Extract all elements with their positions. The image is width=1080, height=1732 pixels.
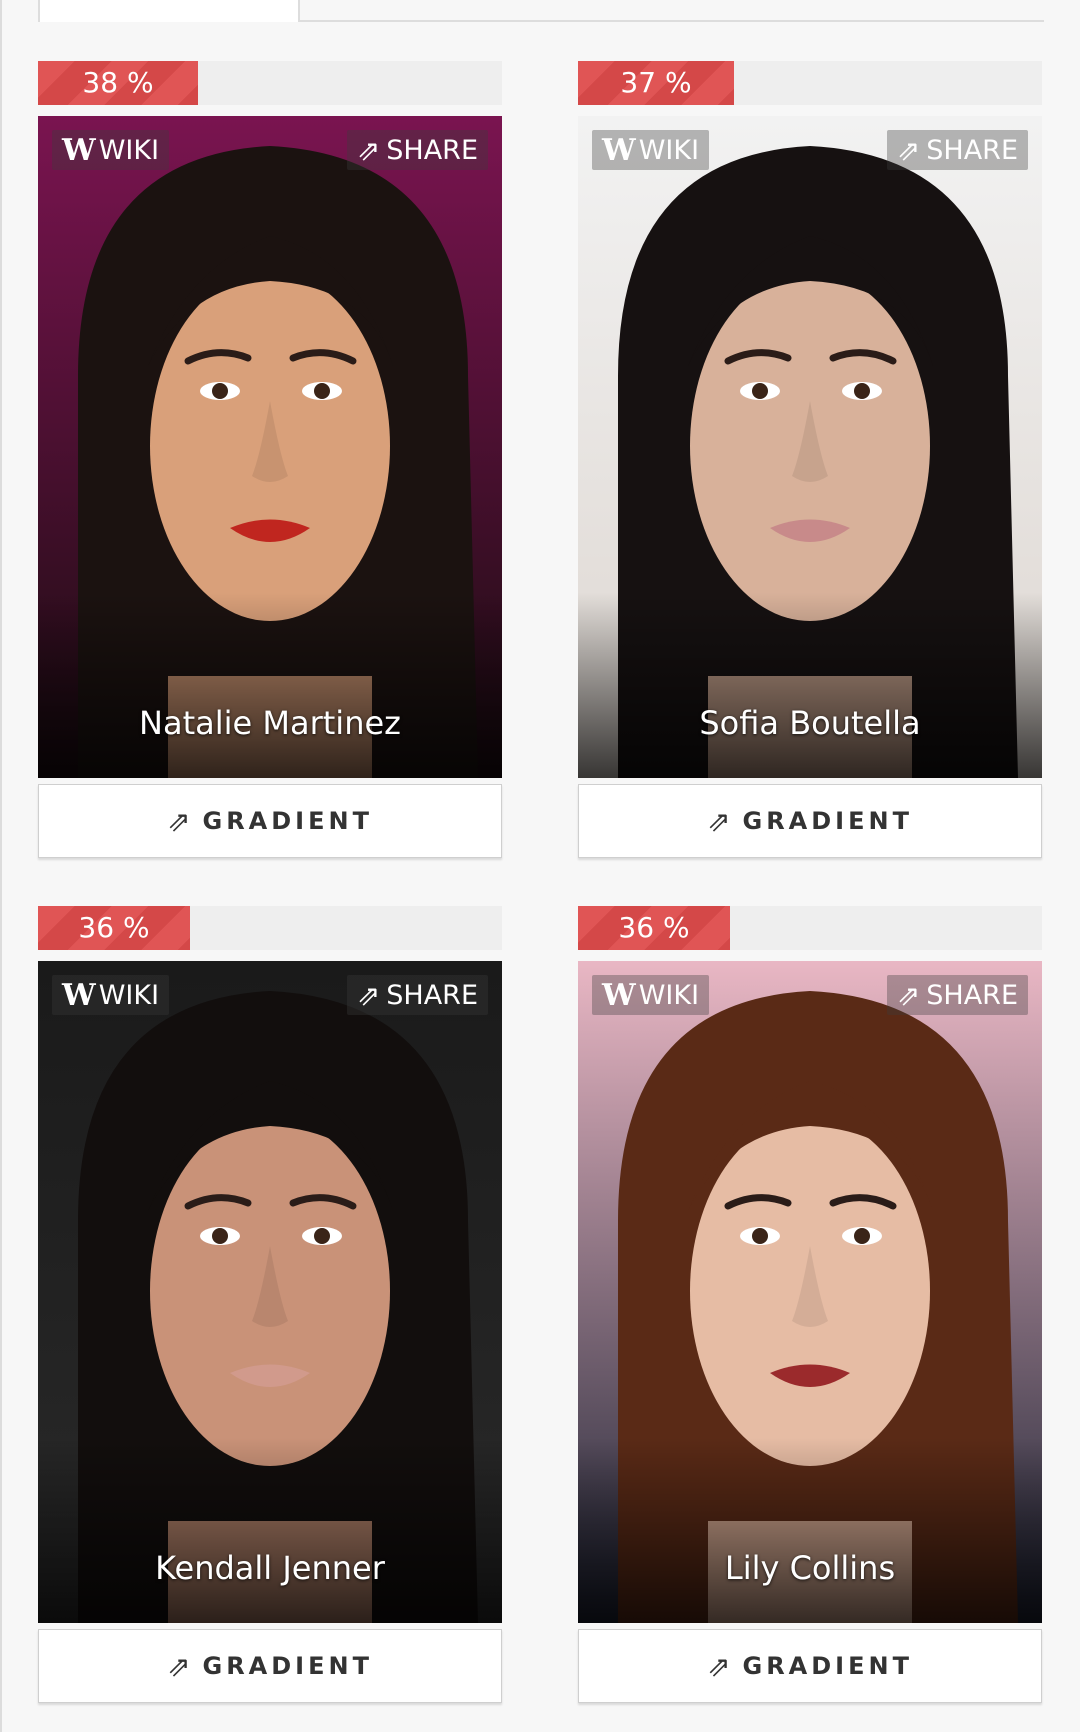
- share-icon: ⇗: [707, 804, 731, 838]
- share-button[interactable]: ⇗ SHARE: [886, 130, 1028, 170]
- top-tab-bar: [38, 0, 1044, 22]
- gradient-button[interactable]: ⇗ GRADIENT: [38, 784, 502, 858]
- share-icon: ⇗: [356, 978, 381, 1012]
- match-percent-label: 38 %: [82, 66, 154, 99]
- share-icon: ⇗: [896, 133, 921, 167]
- share-button[interactable]: ⇗ SHARE: [886, 975, 1028, 1015]
- celebrity-photo[interactable]: W WIKI ⇗ SHARE Kendall Jenner: [38, 961, 502, 1623]
- tab-underline: [300, 20, 1044, 22]
- share-icon: ⇗: [356, 133, 381, 167]
- celebrity-name[interactable]: Lily Collins: [578, 1549, 1042, 1587]
- share-label: SHARE: [926, 979, 1018, 1011]
- share-icon: ⇗: [707, 1649, 731, 1683]
- match-percent-label: 36 %: [618, 911, 690, 944]
- match-percent-label: 36 %: [78, 911, 150, 944]
- match-percent-bar: 36 %: [578, 906, 1042, 950]
- portrait-illustration: [578, 961, 1042, 1623]
- match-percent-label: 37 %: [620, 66, 692, 99]
- gradient-button[interactable]: ⇗ GRADIENT: [578, 1629, 1042, 1703]
- portrait-illustration: [578, 116, 1042, 778]
- wikipedia-w-icon: W: [62, 132, 96, 168]
- wiki-button[interactable]: W WIKI: [52, 975, 170, 1015]
- gradient-label: GRADIENT: [742, 807, 913, 835]
- celebrity-name[interactable]: Natalie Martinez: [38, 704, 502, 742]
- wikipedia-w-icon: W: [602, 132, 636, 168]
- celebrity-photo[interactable]: W WIKI ⇗ SHARE Lily Collins: [578, 961, 1042, 1623]
- wiki-label: WIKI: [98, 134, 160, 166]
- gradient-label: GRADIENT: [202, 807, 373, 835]
- gradient-button[interactable]: ⇗ GRADIENT: [38, 1629, 502, 1703]
- wiki-button[interactable]: W WIKI: [592, 130, 710, 170]
- left-edge: [0, 0, 2, 1732]
- wiki-button[interactable]: W WIKI: [592, 975, 710, 1015]
- share-icon: ⇗: [896, 978, 921, 1012]
- portrait-illustration: [38, 961, 502, 1623]
- celebrity-name[interactable]: Sofia Boutella: [578, 704, 1042, 742]
- wiki-label: WIKI: [98, 979, 160, 1011]
- share-button[interactable]: ⇗ SHARE: [346, 130, 488, 170]
- share-icon: ⇗: [167, 1649, 191, 1683]
- match-percent-bar: 37 %: [578, 61, 1042, 105]
- celebrity-photo[interactable]: W WIKI ⇗ SHARE Sofia Boutella: [578, 116, 1042, 778]
- match-percent-bar: 38 %: [38, 61, 502, 105]
- portrait-illustration: [38, 116, 502, 778]
- match-percent-bar: 36 %: [38, 906, 502, 950]
- wikipedia-w-icon: W: [602, 977, 636, 1013]
- share-icon: ⇗: [167, 804, 191, 838]
- share-button[interactable]: ⇗ SHARE: [346, 975, 488, 1015]
- celebrity-photo[interactable]: W WIKI ⇗ SHARE Natalie Martinez: [38, 116, 502, 778]
- gradient-label: GRADIENT: [202, 1652, 373, 1680]
- active-tab[interactable]: [38, 0, 300, 22]
- wiki-label: WIKI: [638, 134, 700, 166]
- share-label: SHARE: [386, 134, 478, 166]
- gradient-label: GRADIENT: [742, 1652, 913, 1680]
- celebrity-name[interactable]: Kendall Jenner: [38, 1549, 502, 1587]
- wikipedia-w-icon: W: [62, 977, 96, 1013]
- gradient-button[interactable]: ⇗ GRADIENT: [578, 784, 1042, 858]
- wiki-button[interactable]: W WIKI: [52, 130, 170, 170]
- share-label: SHARE: [926, 134, 1018, 166]
- wiki-label: WIKI: [638, 979, 700, 1011]
- share-label: SHARE: [386, 979, 478, 1011]
